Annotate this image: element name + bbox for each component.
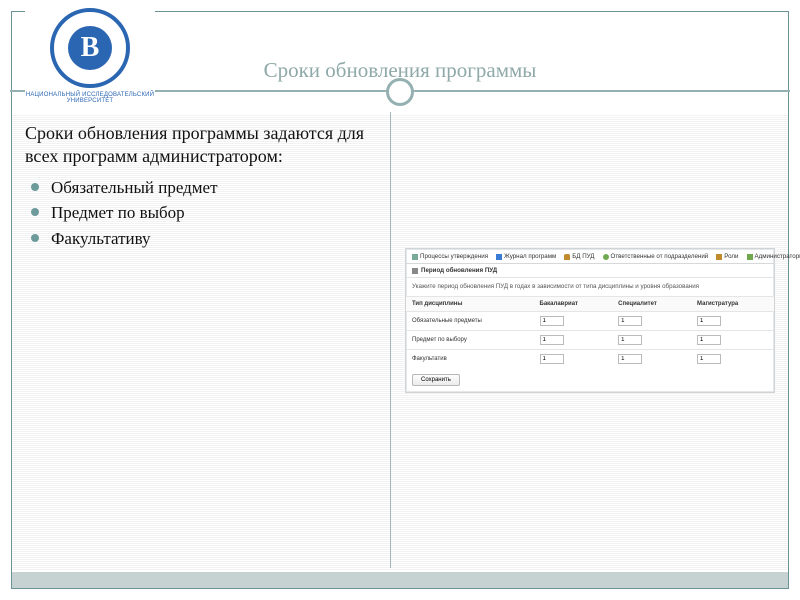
role-icon (716, 254, 722, 260)
tree-icon (412, 254, 418, 260)
footer-bar (12, 572, 788, 588)
tab-db[interactable]: БД ПУД (564, 253, 594, 260)
tab-admins[interactable]: Администраторы (747, 253, 800, 260)
table-row: Факультатив (406, 350, 774, 369)
settings-table: Тип дисциплины Бакалавриат Специалитет М… (406, 296, 774, 368)
period-input[interactable] (697, 316, 721, 326)
period-input[interactable] (618, 316, 642, 326)
period-input[interactable] (697, 354, 721, 364)
list-item: Предмет по выбор (31, 200, 375, 226)
tab-roles[interactable]: Роли (716, 253, 738, 260)
bullet-list: Обязательный предмет Предмет по выбор Фа… (25, 175, 375, 252)
user-icon (603, 254, 609, 260)
wrench-icon (412, 268, 418, 274)
vertical-divider (390, 112, 391, 568)
screenshot-subtab[interactable]: Период обновления ПУД (406, 264, 774, 278)
screenshot-tabs: Процессы утверждения Журнал программ БД … (406, 249, 774, 264)
table-row: Предмет по выбору (406, 331, 774, 350)
intro-text: Сроки обновления программы задаются для … (25, 122, 375, 169)
list-item: Факультативу (31, 226, 375, 252)
col-bachelor: Бакалавриат (534, 297, 613, 312)
logo-monogram: В (68, 26, 112, 70)
screenshot-hint: Укажите период обновления ПУД в годах в … (406, 278, 774, 296)
save-row: Сохранить (406, 368, 774, 392)
embedded-screenshot: Процессы утверждения Журнал программ БД … (405, 248, 775, 393)
left-column: Сроки обновления программы задаются для … (25, 122, 375, 251)
table-row: Обязательные предметы (406, 312, 774, 331)
tab-processes[interactable]: Процессы утверждения (412, 253, 488, 260)
admin-icon (747, 254, 753, 260)
col-type: Тип дисциплины (406, 297, 534, 312)
tab-responsible[interactable]: Ответственные от подразделений (603, 253, 709, 260)
period-input[interactable] (540, 316, 564, 326)
divider-ornament-circle (386, 78, 414, 106)
save-button[interactable]: Сохранить (412, 374, 460, 386)
database-icon (564, 254, 570, 260)
row-label: Факультатив (406, 350, 534, 369)
row-label: Предмет по выбору (406, 331, 534, 350)
period-input[interactable] (618, 354, 642, 364)
row-label: Обязательные предметы (406, 312, 534, 331)
tab-journal[interactable]: Журнал программ (496, 253, 556, 260)
list-item: Обязательный предмет (31, 175, 375, 201)
period-input[interactable] (697, 335, 721, 345)
university-logo: В НАЦИОНАЛЬНЫЙ ИССЛЕДОВАТЕЛЬСКИЙ УНИВЕРС… (25, 8, 155, 108)
table-header-row: Тип дисциплины Бакалавриат Специалитет М… (406, 297, 774, 312)
book-icon (496, 254, 502, 260)
period-input[interactable] (540, 335, 564, 345)
logo-caption: НАЦИОНАЛЬНЫЙ ИССЛЕДОВАТЕЛЬСКИЙ УНИВЕРСИТ… (25, 92, 155, 104)
col-master: Магистратура (691, 297, 774, 312)
col-specialist: Специалитет (612, 297, 691, 312)
period-input[interactable] (618, 335, 642, 345)
period-input[interactable] (540, 354, 564, 364)
